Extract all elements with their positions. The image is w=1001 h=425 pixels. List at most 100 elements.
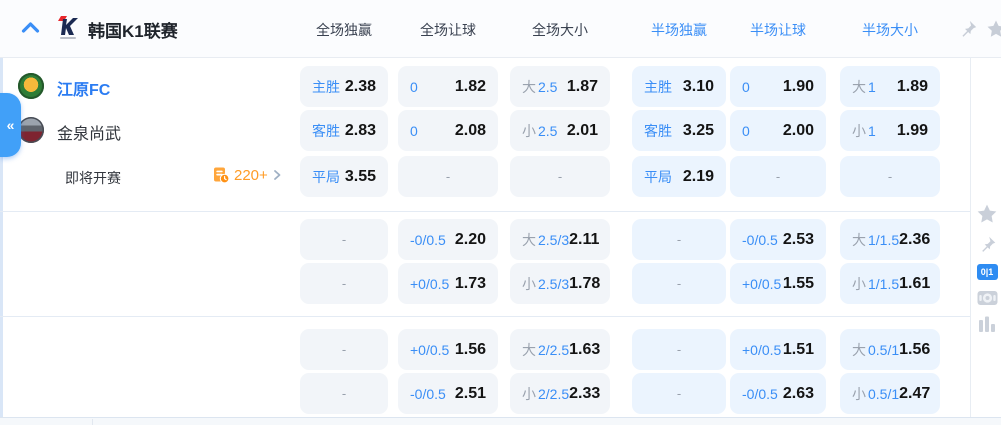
away-team-logo [18,117,44,143]
odds-cell[interactable]: -0/0.5 2.53 [730,219,826,260]
handicap-label: +0/0.5 [742,341,782,358]
odds-cell[interactable]: -0/0.5 2.51 [398,373,498,414]
market-label: 主胜 [644,78,672,95]
odds-cell[interactable]: - [632,373,726,414]
odds-value: 2.51 [454,384,486,402]
line-label: 2.5/3 [538,275,570,292]
odds-cell[interactable]: 小 2.5 2.01 [510,110,610,151]
odds-cell[interactable]: - [730,156,826,197]
column-header-half-handicap: 半场让球 [750,22,806,38]
home-team[interactable]: 江原FC [0,66,290,107]
odds-cell[interactable]: 小 0.5/1 2.47 [840,373,940,414]
odds-cell[interactable]: 0 1.90 [730,66,826,107]
odds-cell[interactable]: +0/0.5 1.73 [398,263,498,304]
odds-cell[interactable]: - [398,156,498,197]
handicap-label: 0 [742,78,750,95]
odds-value: 2.47 [899,384,931,402]
market-label: 平局 [312,168,340,185]
odds-value: 1.56 [454,340,486,358]
sidebar-collapse-tab[interactable]: « [0,93,21,157]
column-header-half-1x2: 半场独赢 [651,22,707,38]
table-row: 即将开赛 220+ 平局 3.55 - - 平局 2.19 - - [0,156,1001,197]
odds-cell[interactable]: - [840,156,940,197]
match-tools-rail: 0|1 [974,203,1000,332]
line-label: 1/1.5 [868,231,900,248]
odds-value: 1.73 [454,274,486,292]
odds-value: 3.25 [682,121,714,139]
odds-cell[interactable]: - [300,329,388,370]
odds-value: 1.78 [569,274,601,292]
next-card-divider [92,419,93,425]
odds-cell[interactable]: - [510,156,610,197]
odds-cell[interactable]: - [632,329,726,370]
line-label: 2/2.5 [538,385,570,402]
handicap-label: -0/0.5 [410,385,446,402]
odds-cell[interactable]: 0 2.08 [398,110,498,151]
odds-cell[interactable]: 小 1 1.99 [840,110,940,151]
handicap-label: +0/0.5 [742,275,782,292]
odds-cell[interactable]: 主胜 2.38 [300,66,388,107]
live-camera-icon[interactable] [977,290,998,306]
pin-icon[interactable] [958,19,978,44]
odds-cell[interactable]: - [300,373,388,414]
odds-cell[interactable]: 客胜 2.83 [300,110,388,151]
no-odds-dash: - [676,342,682,357]
odds-cell[interactable]: 平局 3.55 [300,156,388,197]
markets-count: 220+ [234,166,268,184]
odds-value: 2.38 [344,77,376,95]
odds-cell[interactable]: - [632,263,726,304]
odds-cell[interactable]: - [300,263,388,304]
odds-cell[interactable]: 平局 2.19 [632,156,726,197]
scoreboard-icon[interactable]: 0|1 [976,264,998,280]
line-label: 1 [868,78,876,95]
odds-cell[interactable]: 大 1/1.5 2.36 [840,219,940,260]
no-odds-dash: - [676,276,682,291]
odds-cell[interactable]: 主胜 3.10 [632,66,726,107]
odds-cell[interactable]: +0/0.5 1.51 [730,329,826,370]
handicap-label: -0/0.5 [410,231,446,248]
odds-cell[interactable]: +0/0.5 1.55 [730,263,826,304]
odds-cell[interactable]: -0/0.5 2.63 [730,373,826,414]
odds-cell[interactable]: -0/0.5 2.20 [398,219,498,260]
odds-value: 2.83 [344,121,376,139]
odds-cell[interactable]: 大 2.5/3 2.11 [510,219,610,260]
no-odds-dash: - [775,169,781,184]
rail-divider [970,57,971,417]
odds-cell[interactable]: +0/0.5 1.56 [398,329,498,370]
odds-cell[interactable]: 0 1.82 [398,66,498,107]
odds-cell[interactable]: 小 2/2.5 2.33 [510,373,610,414]
odds-cell[interactable]: 客胜 3.25 [632,110,726,151]
league-header: 韩国K1联赛 全场独赢 全场让球 全场大小 半场独赢 半场让球 半场大小 [0,0,1001,58]
odds-value: 1.55 [782,274,814,292]
odds-cell[interactable]: 0 2.00 [730,110,826,151]
odds-value: 2.33 [569,384,601,402]
match-status: 即将开赛 [65,170,121,186]
odds-cell[interactable]: - [300,219,388,260]
odds-value: 2.08 [454,121,486,139]
odds-cell[interactable]: 大 2.5 1.87 [510,66,610,107]
line-label: 2.5 [538,122,558,139]
odds-cell[interactable]: 大 1 1.89 [840,66,940,107]
ou-side-label: 小 [852,275,866,292]
odds-cell[interactable]: 大 2/2.5 1.63 [510,329,610,370]
favorite-star-icon[interactable] [976,203,998,225]
next-card-edge [0,418,1001,425]
odds-value: 2.36 [899,230,931,248]
more-markets-button[interactable]: 220+ [212,166,282,184]
away-team[interactable]: 金泉尚武 [0,110,290,151]
odds-cell[interactable]: 小 1/1.5 1.61 [840,263,940,304]
no-odds-dash: - [676,386,682,401]
ou-side-label: 大 [522,231,536,248]
no-odds-dash: - [887,169,893,184]
odds-cell[interactable]: - [632,219,726,260]
handicap-label: +0/0.5 [410,275,450,292]
odds-cell[interactable]: 大 0.5/1 1.56 [840,329,940,370]
star-icon[interactable] [986,19,1001,44]
odds-cell[interactable]: 小 2.5/3 1.78 [510,263,610,304]
ou-side-label: 小 [852,122,866,139]
handicap-label: +0/0.5 [410,341,450,358]
collapse-chevron-up-icon[interactable] [21,21,40,39]
stats-bar-chart-icon[interactable] [978,316,996,332]
ou-side-label: 大 [852,231,866,248]
pin-icon[interactable] [978,235,997,254]
